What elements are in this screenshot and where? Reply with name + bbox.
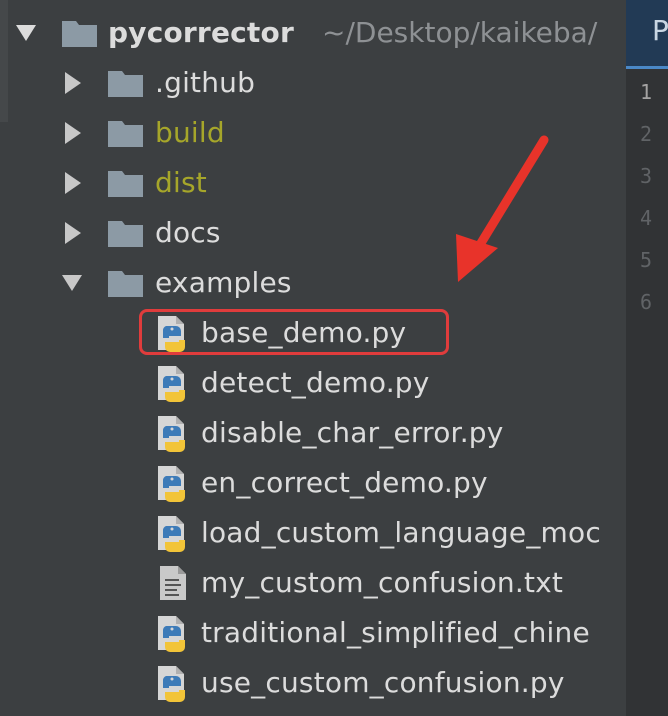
tree-item-label: detect_demo.py: [201, 366, 430, 399]
triangle-down-icon[interactable]: [60, 258, 84, 308]
tree-item-use-custom-confusion-py[interactable]: use_custom_confusion.py: [0, 658, 626, 708]
editor-tab[interactable]: P: [626, 0, 668, 66]
tree-item-load-custom-language-moc[interactable]: load_custom_language_moc: [0, 508, 626, 558]
tree-item-label: base_demo.py: [201, 316, 407, 349]
tree-item-label: dist: [155, 166, 207, 199]
tree-item-label: traditional_simplified_chine: [201, 616, 590, 649]
line-number: 5: [639, 248, 652, 272]
folder-icon: [106, 258, 146, 308]
tree-root-row[interactable]: pycorrector ~/Desktop/kaikeba/: [0, 8, 626, 58]
annotation-arrow: [456, 135, 549, 282]
tree-item-label: .github: [155, 66, 256, 99]
editor-tab-label: P: [652, 14, 668, 47]
folder-icon: [106, 158, 146, 208]
project-tree: pycorrector ~/Desktop/kaikeba/ .github bu…: [0, 0, 626, 716]
tree-item-label: examples: [155, 266, 292, 299]
tree-item-my-custom-confusion-txt[interactable]: my_custom_confusion.txt: [0, 558, 626, 608]
triangle-right-icon[interactable]: [60, 108, 84, 158]
tree-item-label: disable_char_error.py: [201, 416, 504, 449]
project-name: pycorrector: [108, 16, 294, 49]
line-number: 4: [639, 206, 652, 230]
line-number: 3: [639, 164, 652, 188]
editor-tab-underline: [626, 66, 668, 69]
triangle-right-icon[interactable]: [60, 158, 84, 208]
folder-icon: [106, 58, 146, 108]
triangle-right-icon[interactable]: [60, 58, 84, 108]
tree-item-label: en_correct_demo.py: [201, 466, 488, 499]
tree-item-detect-demo-py[interactable]: detect_demo.py: [0, 358, 626, 408]
folder-icon: [106, 208, 146, 258]
python-file-icon: [154, 508, 194, 558]
python-file-icon: [154, 408, 194, 458]
tree-item-traditional-simplified-chine[interactable]: traditional_simplified_chine: [0, 608, 626, 658]
tree-item-github[interactable]: .github: [0, 58, 626, 108]
python-file-icon: [154, 358, 194, 408]
tree-item-label: build: [155, 116, 225, 149]
tree-item-label: load_custom_language_moc: [201, 516, 601, 549]
text-file-icon: [154, 558, 194, 608]
line-number: 2: [639, 122, 652, 146]
triangle-right-icon[interactable]: [60, 208, 84, 258]
python-file-icon: [154, 308, 194, 358]
tree-item-label: use_custom_confusion.py: [201, 666, 565, 699]
editor-pane: P 1 2 3 4 5 6: [626, 0, 668, 716]
tree-item-en-correct-demo-py[interactable]: en_correct_demo.py: [0, 458, 626, 508]
folder-icon: [60, 8, 100, 58]
line-number: 1: [639, 80, 652, 104]
python-file-icon: [154, 658, 194, 708]
tree-item-disable-char-error-py[interactable]: disable_char_error.py: [0, 408, 626, 458]
triangle-down-icon[interactable]: [14, 8, 38, 58]
line-number: 6: [639, 290, 652, 314]
tree-item-base-demo-py[interactable]: base_demo.py: [0, 308, 626, 358]
python-file-icon: [154, 608, 194, 658]
python-file-icon: [154, 458, 194, 508]
project-path: ~/Desktop/kaikeba/: [322, 16, 598, 49]
folder-icon: [106, 108, 146, 158]
tree-item-label: docs: [155, 216, 221, 249]
tree-item-label: my_custom_confusion.txt: [201, 566, 564, 599]
